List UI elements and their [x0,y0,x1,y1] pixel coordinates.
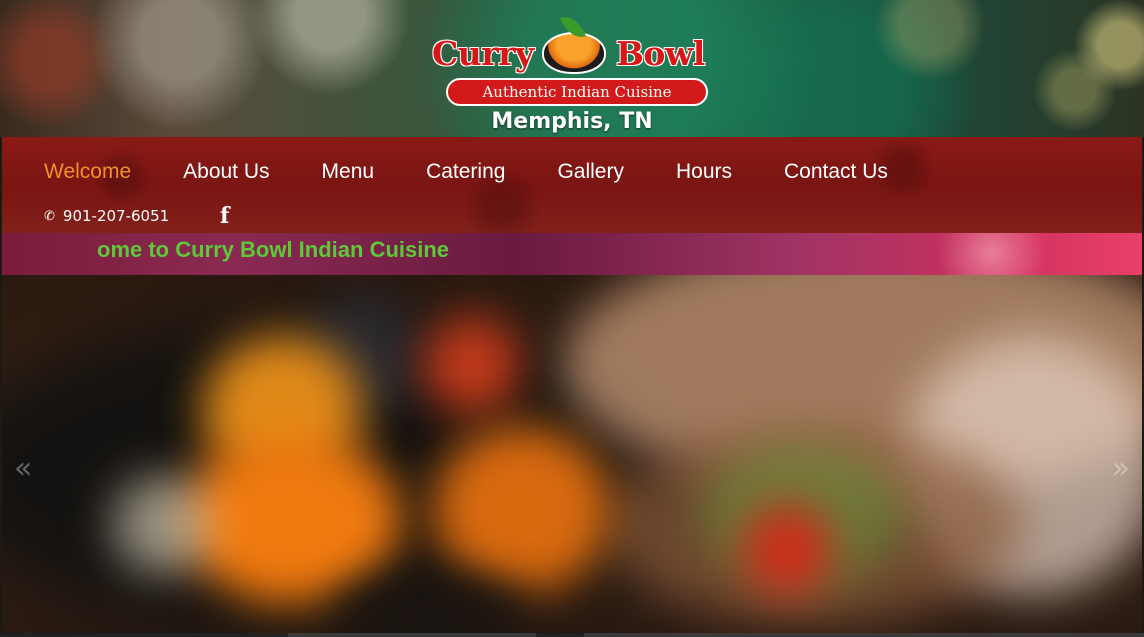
logo-word-bowl: Bowl [616,34,705,73]
hero-slider: « » [2,275,1142,633]
nav-menu[interactable]: Menu [296,157,401,187]
nav-welcome[interactable]: Welcome [2,157,157,187]
logo-tagline: Authentic Indian Cuisine [446,78,708,106]
welcome-marquee: ome to Curry Bowl Indian Cuisine [2,233,1142,275]
contact-bar: ✆ 901-207-6051 f [44,203,229,229]
logo-word-curry: Curry [432,34,534,73]
curry-bowl-logo[interactable]: Curry Bowl Authentic Indian Cuisine [430,11,712,110]
phone-number[interactable]: 901-207-6051 [63,207,169,225]
location-label: Memphis, TN [491,109,653,134]
slider-indicator-strip [0,633,1144,637]
phone-icon: ✆ [44,208,55,224]
nav-about-us[interactable]: About Us [157,157,295,187]
main-navbar: Welcome About Us Menu Catering Gallery H… [2,137,1142,233]
main-nav: Welcome About Us Menu Catering Gallery H… [2,157,914,187]
nav-catering[interactable]: Catering [400,157,531,187]
slider-next-button[interactable]: » [1112,451,1130,486]
curry-bowl-icon [538,11,610,78]
slider-prev-button[interactable]: « [14,451,32,486]
nav-hours[interactable]: Hours [650,157,758,187]
nav-gallery[interactable]: Gallery [531,157,650,187]
nav-contact-us[interactable]: Contact Us [758,157,914,187]
facebook-icon[interactable]: f [220,203,229,229]
site-header: Curry Bowl Authentic Indian Cuisine Memp… [0,0,1144,137]
marquee-text: ome to Curry Bowl Indian Cuisine [97,237,450,262]
